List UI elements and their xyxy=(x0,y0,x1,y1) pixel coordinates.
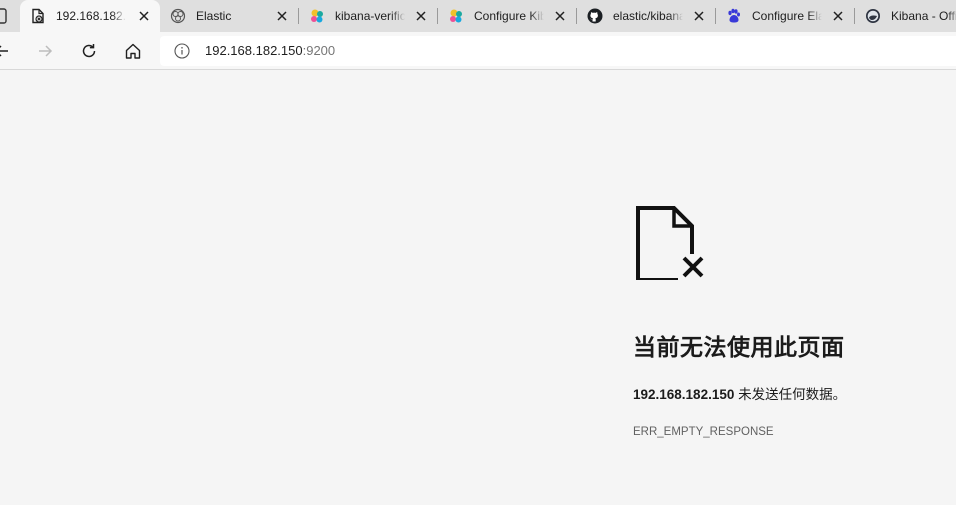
forward-button[interactable] xyxy=(33,39,57,63)
tab-elastic[interactable]: Elastic xyxy=(160,0,298,32)
error-title: 当前无法使用此页面 xyxy=(633,334,845,360)
tab-kibana-verification[interactable]: kibana-verification-code xyxy=(299,0,437,32)
tab-active[interactable]: 192.168.182.150:9200 xyxy=(20,0,160,32)
close-icon[interactable] xyxy=(415,10,427,22)
back-button[interactable] xyxy=(0,39,14,63)
browser-toolbar: 192.168.182.150:9200 xyxy=(0,32,956,70)
close-icon[interactable] xyxy=(138,10,150,22)
tab-title: Elastic xyxy=(196,9,232,23)
home-icon xyxy=(125,43,141,59)
error-page: 当前无法使用此页面 192.168.182.150 未发送任何数据。 ERR_E… xyxy=(0,70,956,505)
error-code: ERR_EMPTY_RESPONSE xyxy=(633,426,774,438)
arrow-right-icon xyxy=(39,45,53,57)
tab-title: Configure Elasticsearch xyxy=(752,9,822,23)
url-text: 192.168.182.150:9200 xyxy=(205,44,335,58)
info-icon[interactable] xyxy=(174,43,190,59)
address-bar[interactable]: 192.168.182.150:9200 xyxy=(160,36,956,66)
tab-configure-kibana[interactable]: Configure Kibana xyxy=(438,0,576,32)
elastic-colorful-icon xyxy=(311,9,323,23)
tab-title: elastic/kibana xyxy=(613,9,683,23)
refresh-icon xyxy=(82,44,96,58)
error-message: 未发送任何数据。 xyxy=(734,387,847,402)
reload-button[interactable] xyxy=(77,39,101,63)
tab-title: kibana-verification-code xyxy=(335,9,405,23)
tab-github-kibana[interactable]: elastic/kibana xyxy=(577,0,715,32)
github-icon xyxy=(587,8,603,24)
tab-title: 192.168.182.150:9200 xyxy=(56,9,126,23)
url-host: 192.168.182.150 xyxy=(205,43,303,58)
close-icon[interactable] xyxy=(832,10,844,22)
home-button[interactable] xyxy=(121,39,145,63)
close-icon[interactable] xyxy=(276,10,288,22)
error-host: 192.168.182.150 xyxy=(633,387,735,402)
error-description: 192.168.182.150 未发送任何数据。 xyxy=(633,383,846,403)
elastic-logo-icon xyxy=(170,8,186,24)
close-icon[interactable] xyxy=(554,10,566,22)
page-error-icon xyxy=(636,206,706,280)
tab-kibana-official[interactable]: Kibana - Official xyxy=(855,0,956,32)
tab-actions-icon[interactable] xyxy=(0,8,8,24)
tab-strip: 192.168.182.150:9200 Elastic kibana-veri… xyxy=(0,0,956,32)
broken-page-icon xyxy=(32,8,44,24)
kibana-globe-icon xyxy=(866,9,880,23)
baidu-paw-icon xyxy=(728,8,740,23)
close-icon[interactable] xyxy=(693,10,705,22)
tab-configure-elasticsearch[interactable]: Configure Elasticsearch xyxy=(716,0,854,32)
url-port: :9200 xyxy=(302,43,336,58)
tab-title: Kibana - Official xyxy=(891,9,956,23)
arrow-left-icon xyxy=(0,45,8,57)
tab-title: Configure Kibana xyxy=(474,9,544,23)
elastic-colorful-icon xyxy=(450,9,462,23)
